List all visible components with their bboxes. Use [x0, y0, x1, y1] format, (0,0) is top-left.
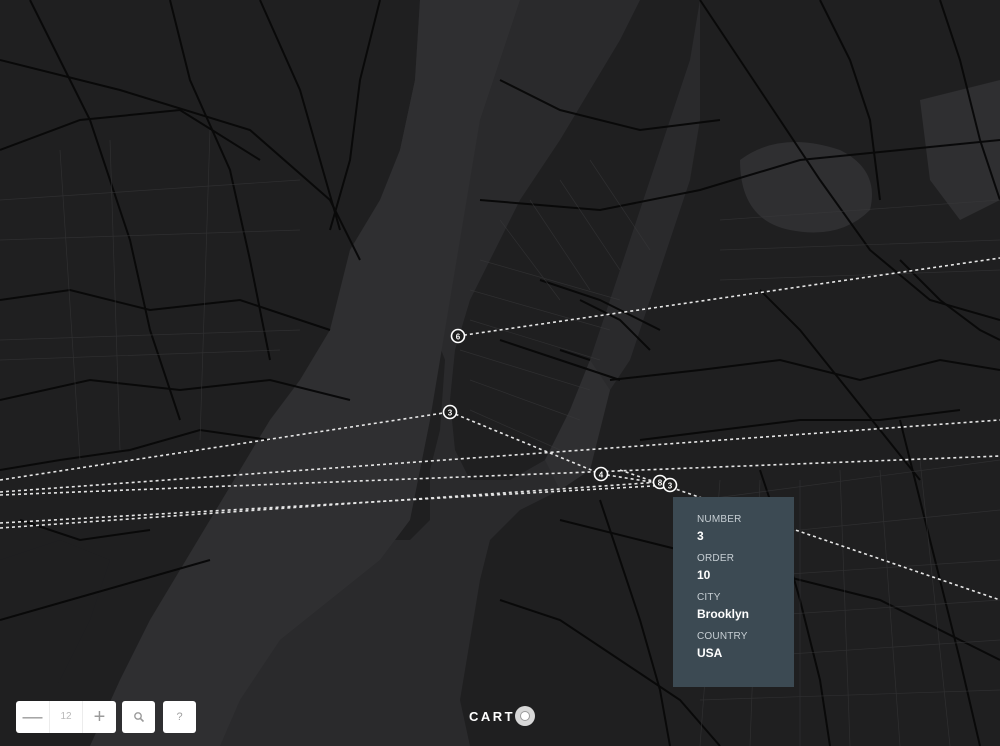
field-label: NUMBER: [697, 514, 742, 525]
info-popup: NUMBER 3 ORDER 10 CITY Brooklyn COUNTRY …: [673, 497, 794, 687]
popup-field-city: CITY Brooklyn: [697, 592, 794, 622]
field-label: COUNTRY: [697, 631, 748, 642]
marker-4[interactable]: 4: [593, 466, 609, 482]
carto-logo[interactable]: CART: [469, 704, 536, 728]
marker-label: 8: [658, 479, 663, 488]
marker-3-selected[interactable]: 3: [662, 477, 678, 493]
marker-6[interactable]: 6: [450, 328, 466, 344]
popup-field-order: ORDER 10: [697, 553, 794, 583]
map-canvas[interactable]: 6 3 4 8 3: [0, 0, 1000, 746]
field-label: ORDER: [697, 553, 735, 564]
popup-field-number: NUMBER 3: [697, 514, 794, 544]
field-value: 10: [697, 568, 711, 582]
zoom-out-button[interactable]: —: [16, 701, 49, 733]
marker-label: 6: [456, 333, 461, 342]
zoom-control: — 12 +: [16, 701, 116, 733]
marker-label: 4: [599, 471, 604, 480]
help-button[interactable]: ?: [163, 701, 196, 733]
marker-3-west[interactable]: 3: [442, 404, 458, 420]
zoom-in-button[interactable]: +: [83, 701, 116, 733]
field-value: 3: [697, 529, 704, 543]
marker-label: 3: [448, 409, 453, 418]
field-value: USA: [697, 646, 723, 660]
logo-dot-icon: [515, 706, 536, 726]
zoom-level-display: 12: [49, 701, 83, 733]
popup-field-country: COUNTRY USA: [697, 631, 794, 661]
marker-label: 3: [668, 482, 673, 491]
search-icon: [133, 712, 144, 723]
logo-text: CART: [469, 708, 516, 724]
field-label: CITY: [697, 592, 721, 603]
search-button[interactable]: [122, 701, 155, 733]
field-value: Brooklyn: [697, 607, 750, 621]
